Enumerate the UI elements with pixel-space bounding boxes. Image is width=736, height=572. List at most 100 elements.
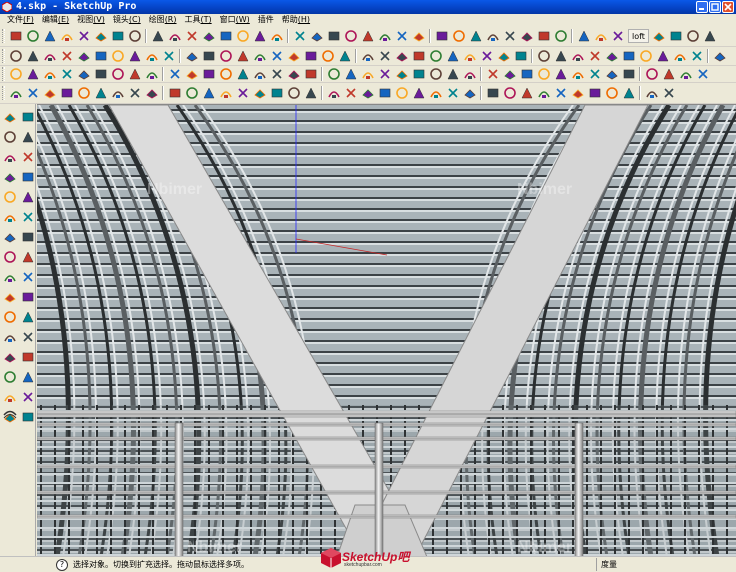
tool-icon[interactable]: [166, 28, 183, 45]
tool-icon[interactable]: [359, 85, 376, 102]
tool-icon[interactable]: [376, 48, 393, 65]
maximize-button[interactable]: [709, 1, 721, 13]
tool-icon[interactable]: [427, 66, 444, 82]
tool-icon[interactable]: [461, 66, 478, 82]
tool-icon[interactable]: [359, 66, 376, 82]
tool-icon[interactable]: [603, 85, 620, 102]
tool-icon[interactable]: [109, 48, 126, 65]
tool-icon[interactable]: [685, 28, 702, 45]
toolbar-grip[interactable]: [2, 67, 5, 81]
tool-icon[interactable]: [7, 66, 24, 82]
menu-tools[interactable]: 工具(T): [181, 14, 216, 26]
tool-icon[interactable]: [319, 48, 336, 65]
tool-icon[interactable]: [603, 66, 620, 82]
toolbar-grip[interactable]: [2, 86, 5, 100]
tool-icon[interactable]: [251, 48, 268, 65]
tool-icon[interactable]: [535, 28, 552, 45]
tool-icon[interactable]: [92, 48, 109, 65]
palette-tool-icon[interactable]: [19, 268, 36, 285]
tool-icon[interactable]: [200, 48, 217, 65]
tool-icon[interactable]: [234, 66, 251, 82]
tool-icon[interactable]: [461, 48, 478, 65]
tool-icon[interactable]: [92, 28, 109, 45]
tool-icon[interactable]: [552, 48, 569, 65]
tool-icon[interactable]: [325, 85, 342, 102]
tool-icon[interactable]: [75, 28, 92, 45]
tool-icon[interactable]: [160, 48, 177, 65]
tool-icon[interactable]: [467, 28, 484, 45]
tool-icon[interactable]: [410, 48, 427, 65]
loft-button[interactable]: loft: [628, 29, 649, 43]
tool-icon[interactable]: [552, 28, 569, 45]
palette-tool-icon[interactable]: [19, 248, 36, 265]
tool-icon[interactable]: [92, 66, 109, 82]
toolbar-grip[interactable]: [2, 49, 5, 63]
tool-icon[interactable]: [586, 48, 603, 65]
tool-icon[interactable]: [200, 28, 217, 45]
palette-tool-icon[interactable]: [19, 128, 36, 145]
menu-edit[interactable]: 编辑(E): [38, 14, 73, 26]
tool-icon[interactable]: [410, 66, 427, 82]
tool-icon[interactable]: [285, 48, 302, 65]
tool-icon[interactable]: [58, 66, 75, 82]
tool-icon[interactable]: [651, 28, 668, 45]
tool-icon[interactable]: [41, 28, 58, 45]
palette-tool-icon[interactable]: [1, 308, 18, 325]
tool-icon[interactable]: [92, 85, 109, 102]
palette-tool-icon[interactable]: [19, 348, 36, 365]
palette-tool-icon[interactable]: [19, 368, 36, 385]
tool-icon[interactable]: [620, 85, 637, 102]
tool-icon[interactable]: [251, 85, 268, 102]
tool-icon[interactable]: [501, 85, 518, 102]
palette-tool-icon[interactable]: [19, 108, 36, 125]
tool-icon[interactable]: [325, 66, 342, 82]
tool-icon[interactable]: [24, 48, 41, 65]
palette-tool-icon[interactable]: [19, 288, 36, 305]
tool-icon[interactable]: [444, 66, 461, 82]
tool-icon[interactable]: [376, 85, 393, 102]
tool-icon[interactable]: [7, 48, 24, 65]
tool-icon[interactable]: [268, 85, 285, 102]
tool-icon[interactable]: [234, 85, 251, 102]
tool-icon[interactable]: [518, 85, 535, 102]
palette-tool-icon[interactable]: [19, 388, 36, 405]
tool-icon[interactable]: [427, 48, 444, 65]
tool-icon[interactable]: [586, 85, 603, 102]
tool-icon[interactable]: [217, 48, 234, 65]
tool-icon[interactable]: [643, 85, 660, 102]
tool-icon[interactable]: [668, 28, 685, 45]
tool-icon[interactable]: [234, 48, 251, 65]
toolbar-grip[interactable]: [2, 29, 5, 43]
tool-icon[interactable]: [302, 48, 319, 65]
palette-tool-icon[interactable]: [1, 208, 18, 225]
tool-icon[interactable]: [7, 28, 24, 45]
tool-icon[interactable]: [268, 28, 285, 45]
palette-tool-icon[interactable]: [1, 108, 18, 125]
tool-icon[interactable]: [325, 28, 342, 45]
model-viewport[interactable]: Nbimer Nbimer Nbimer Nbimer: [37, 104, 736, 556]
palette-tool-icon[interactable]: [1, 348, 18, 365]
tool-icon[interactable]: [342, 28, 359, 45]
tool-icon[interactable]: [518, 28, 535, 45]
palette-tool-icon[interactable]: [1, 368, 18, 385]
tool-icon[interactable]: [444, 48, 461, 65]
tool-icon[interactable]: [461, 85, 478, 102]
palette-tool-icon[interactable]: [19, 148, 36, 165]
tool-icon[interactable]: [484, 28, 501, 45]
palette-tool-icon[interactable]: [1, 268, 18, 285]
tool-icon[interactable]: [268, 66, 285, 82]
tool-icon[interactable]: [149, 28, 166, 45]
tool-icon[interactable]: [359, 48, 376, 65]
menu-file[interactable]: 文件(F): [3, 14, 38, 26]
tool-icon[interactable]: [58, 48, 75, 65]
palette-tool-icon[interactable]: [1, 188, 18, 205]
tool-icon[interactable]: [450, 28, 467, 45]
tool-icon[interactable]: [501, 66, 518, 82]
tool-icon[interactable]: [109, 66, 126, 82]
tool-icon[interactable]: [7, 85, 24, 102]
tool-icon[interactable]: [126, 48, 143, 65]
tool-icon[interactable]: [478, 48, 495, 65]
tool-icon[interactable]: [535, 85, 552, 102]
tool-icon[interactable]: [586, 66, 603, 82]
palette-tool-icon[interactable]: [1, 248, 18, 265]
